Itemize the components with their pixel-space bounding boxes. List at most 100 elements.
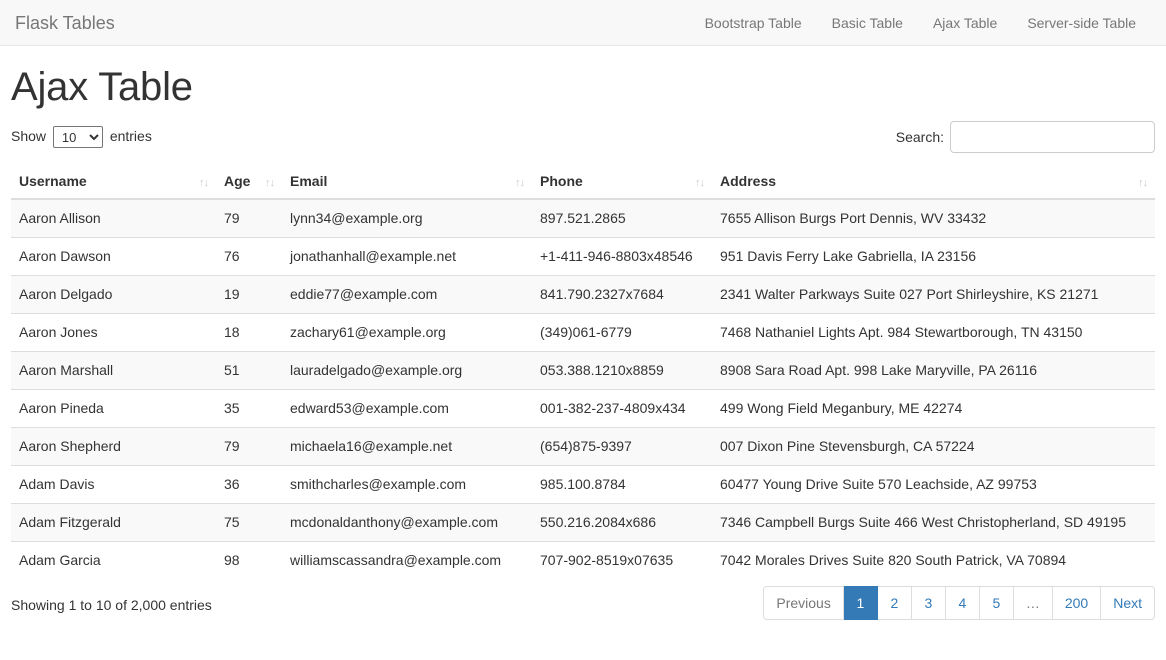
cell-email: smithcharles@example.com xyxy=(282,465,532,504)
sort-arrows-icon[interactable]: ↑↓ xyxy=(515,177,525,189)
cell-phone: 985.100.8784 xyxy=(532,465,712,504)
cell-phone: (654)875-9397 xyxy=(532,427,712,466)
cell-address: 7042 Morales Drives Suite 820 South Patr… xyxy=(712,541,1155,579)
page-length-select[interactable]: 102550100 xyxy=(52,126,103,149)
navbar: Flask Tables Bootstrap Table Basic Table A… xyxy=(0,0,1166,46)
table-header-row: Username ↑↓ Age ↑↓ Email ↑↓ Phone ↑↓ Address ↑↓ xyxy=(11,165,1155,200)
cell-address: 7346 Campbell Burgs Suite 466 West Chris… xyxy=(712,503,1155,542)
show-label: Show xyxy=(11,128,47,144)
table-row: Aaron Delgado 19 eddie77@example.com 841.79… xyxy=(11,275,1155,314)
search-input[interactable] xyxy=(950,121,1155,153)
nav-link-server-side-table[interactable]: Server-side Table xyxy=(1012,13,1151,33)
cell-username: Aaron Marshall xyxy=(11,351,216,390)
cell-address: 8908 Sara Road Apt. 998 Lake Maryville, … xyxy=(712,351,1155,390)
table-head: Username ↑↓ Age ↑↓ Email ↑↓ Phone ↑↓ Address ↑↓ xyxy=(11,165,1155,200)
nav-link-ajax-table[interactable]: Ajax Table xyxy=(918,13,1012,33)
cell-email: michaela16@example.net xyxy=(282,427,532,466)
sort-arrows-icon[interactable]: ↑↓ xyxy=(265,177,275,189)
table-row: Adam Fitzgerald 75 mcdonaldanthony@example… xyxy=(11,503,1155,542)
column-header-email[interactable]: Email ↑↓ xyxy=(282,165,532,200)
table-row: Adam Garcia 98 williamscassandra@example.c… xyxy=(11,541,1155,579)
cell-age: 98 xyxy=(216,541,282,579)
column-header-inner: Address ↑↓ xyxy=(720,173,1148,189)
table-row: Aaron Pineda 35 edward53@example.com 001-38… xyxy=(11,389,1155,428)
cell-email: williamscassandra@example.com xyxy=(282,541,532,579)
column-header-phone[interactable]: Phone ↑↓ xyxy=(532,165,712,200)
page-button-previous[interactable]: Previous xyxy=(763,586,844,620)
search-label: Search: xyxy=(895,129,944,145)
data-table: Username ↑↓ Age ↑↓ Email ↑↓ Phone ↑↓ Address ↑↓ A… xyxy=(11,165,1155,579)
cell-address: 499 Wong Field Meganbury, ME 42274 xyxy=(712,389,1155,428)
column-header-inner: Email ↑↓ xyxy=(290,173,525,189)
column-header-inner: Age ↑↓ xyxy=(224,173,275,189)
column-header-label: Username xyxy=(19,173,87,189)
cell-username: Adam Fitzgerald xyxy=(11,503,216,542)
cell-phone: 897.521.2865 xyxy=(532,198,712,238)
page-button-5[interactable]: 5 xyxy=(979,586,1014,620)
nav-link-bootstrap-table[interactable]: Bootstrap Table xyxy=(690,13,817,33)
cell-age: 36 xyxy=(216,465,282,504)
page-button-1[interactable]: 1 xyxy=(843,586,878,620)
cell-address: 951 Davis Ferry Lake Gabriella, IA 23156 xyxy=(712,237,1155,276)
cell-email: lynn34@example.org xyxy=(282,198,532,238)
column-header-inner: Username ↑↓ xyxy=(19,173,209,189)
cell-username: Aaron Shepherd xyxy=(11,427,216,466)
column-header-address[interactable]: Address ↑↓ xyxy=(712,165,1155,200)
cell-email: eddie77@example.com xyxy=(282,275,532,314)
table-info: Showing 1 to 10 of 2,000 entries xyxy=(11,597,212,613)
cell-age: 18 xyxy=(216,313,282,352)
page-button-3[interactable]: 3 xyxy=(911,586,946,620)
cell-phone: 841.790.2327x7684 xyxy=(532,275,712,314)
table-row: Aaron Marshall 51 lauradelgado@example.org… xyxy=(11,351,1155,390)
cell-username: Aaron Dawson xyxy=(11,237,216,276)
cell-email: lauradelgado@example.org xyxy=(282,351,532,390)
cell-email: edward53@example.com xyxy=(282,389,532,428)
cell-address: 2341 Walter Parkways Suite 027 Port Shir… xyxy=(712,275,1155,314)
table-row: Aaron Shepherd 79 michaela16@example.net (6… xyxy=(11,427,1155,466)
column-header-inner: Phone ↑↓ xyxy=(540,173,705,189)
cell-email: zachary61@example.org xyxy=(282,313,532,352)
cell-age: 79 xyxy=(216,198,282,238)
table-body: Aaron Allison 79 lynn34@example.org 897.521… xyxy=(11,198,1155,579)
cell-age: 19 xyxy=(216,275,282,314)
column-header-username[interactable]: Username ↑↓ xyxy=(11,165,216,200)
column-header-age[interactable]: Age ↑↓ xyxy=(216,165,282,200)
page-title: Ajax Table xyxy=(11,65,193,109)
cell-email: jonathanhall@example.net xyxy=(282,237,532,276)
table-controls: Show 102550100 entries Search: xyxy=(11,121,1155,163)
cell-age: 51 xyxy=(216,351,282,390)
nav-link-basic-table[interactable]: Basic Table xyxy=(817,13,918,33)
cell-age: 75 xyxy=(216,503,282,542)
cell-username: Aaron Delgado xyxy=(11,275,216,314)
page-length-control: Show 102550100 entries xyxy=(11,125,152,149)
cell-username: Adam Davis xyxy=(11,465,216,504)
cell-username: Aaron Pineda xyxy=(11,389,216,428)
cell-address: 60477 Young Drive Suite 570 Leachside, A… xyxy=(712,465,1155,504)
search-control: Search: xyxy=(896,121,1155,153)
sort-arrows-icon[interactable]: ↑↓ xyxy=(695,177,705,189)
column-header-label: Email xyxy=(290,173,328,189)
page-button-next[interactable]: Next xyxy=(1101,586,1155,620)
table-row: Aaron Allison 79 lynn34@example.org 897.521… xyxy=(11,198,1155,238)
navbar-brand[interactable]: Flask Tables xyxy=(15,13,130,33)
cell-phone: 001-382-237-4809x434 xyxy=(532,389,712,428)
main-container: Ajax Table Show 102550100 entries Search… xyxy=(0,65,1166,632)
cell-username: Aaron Allison xyxy=(11,198,216,238)
column-header-label: Phone xyxy=(540,173,583,189)
cell-phone: 707-902-8519x07635 xyxy=(532,541,712,579)
sort-arrows-icon[interactable]: ↑↓ xyxy=(1138,177,1148,189)
table-row: Adam Davis 36 smithcharles@example.com 985.… xyxy=(11,465,1155,504)
table-footer: Showing 1 to 10 of 2,000 entries Previou… xyxy=(11,586,1155,632)
cell-phone: 053.388.1210x8859 xyxy=(532,351,712,390)
navbar-links: Bootstrap Table Basic Table Ajax Table Serv… xyxy=(690,13,1151,33)
cell-phone: (349)061-6779 xyxy=(532,313,712,352)
page-button-2[interactable]: 2 xyxy=(877,586,912,620)
cell-address: 007 Dixon Pine Stevensburgh, CA 57224 xyxy=(712,427,1155,466)
table-row: Aaron Dawson 76 jonathanhall@example.net +1… xyxy=(11,237,1155,276)
pagination: Previous 1 2 3 4 5… 200 Next xyxy=(763,586,1155,620)
cell-username: Aaron Jones xyxy=(11,313,216,352)
page-button-4[interactable]: 4 xyxy=(945,586,980,620)
column-header-label: Address xyxy=(720,173,777,189)
sort-arrows-icon[interactable]: ↑↓ xyxy=(199,177,209,189)
page-button-200[interactable]: 200 xyxy=(1052,586,1102,620)
